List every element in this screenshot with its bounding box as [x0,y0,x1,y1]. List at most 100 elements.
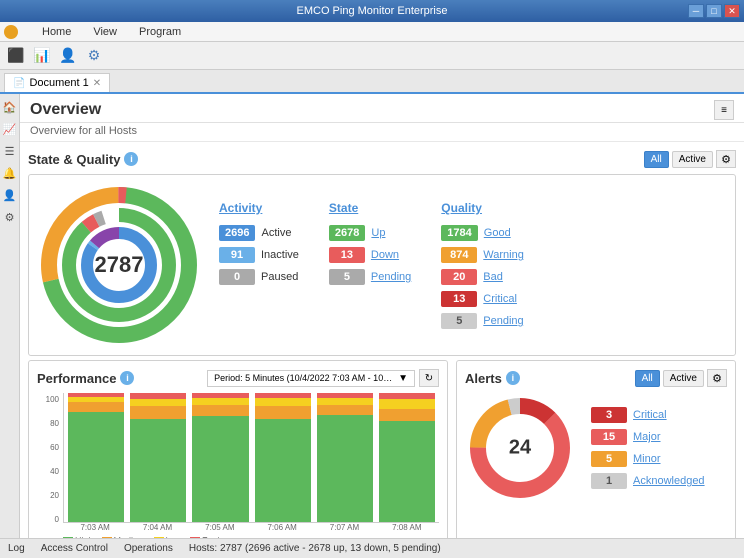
activity-active-badge: 2696 [219,225,255,241]
bar-group-1 [68,393,124,522]
alerts-content: 24 3 Critical 15 Major [465,393,727,503]
sq-section-header: State & Quality i All Active ⚙ [28,150,736,168]
quality-good-link[interactable]: Good [484,227,511,239]
overview-menu-btn[interactable]: ≡ [714,100,734,120]
tab-document1[interactable]: 📄 Document 1 ✕ [4,73,110,92]
x-label-3: 7:05 AM [192,523,248,532]
app-title: EMCO Ping Monitor Enterprise [297,5,448,17]
quality-critical-badge: 13 [441,291,477,307]
sidebar-chart-icon[interactable]: 📈 [1,120,19,138]
alerts-all-btn[interactable]: All [635,370,660,387]
alert-major-link[interactable]: Major [633,431,661,443]
sq-settings-btn[interactable]: ⚙ [716,150,736,168]
quality-title[interactable]: Quality [441,201,524,215]
alert-major-badge: 15 [591,429,627,445]
close-button[interactable]: ✕ [724,4,740,18]
alerts-settings-btn[interactable]: ⚙ [707,369,727,387]
bar-medium-3 [192,405,248,417]
alert-critical-badge: 3 [591,407,627,423]
legend-high: High [63,536,94,538]
alert-major-row: 15 Major [591,429,705,445]
bar-chart [63,393,439,523]
alerts-header: Alerts i All Active ⚙ [465,369,727,387]
performance-refresh-btn[interactable]: ↻ [419,369,439,387]
period-selector[interactable]: Period: 5 Minutes (10/4/2022 7:03 AM - 1… [207,370,415,387]
quality-pending-row: 5 Pending [441,313,524,329]
alert-minor-link[interactable]: Minor [633,453,661,465]
x-label-1: 7:03 AM [67,523,123,532]
state-pending-badge: 5 [329,269,365,285]
toolbar-icon-1[interactable]: ⬛ [4,44,28,68]
quality-bad-badge: 20 [441,269,477,285]
app-layout: 🏠 📈 ☰ 🔔 👤 ⚙ Overview ≡ Overview for all … [0,94,744,538]
bar-medium-4 [255,406,311,419]
toolbar-icon-4[interactable]: ⚙ [82,44,106,68]
alert-minor-badge: 5 [591,451,627,467]
status-operations-label: Operations [124,543,173,554]
bar-group-4 [255,393,311,522]
alert-acknowledged-row: 1 Acknowledged [591,473,705,489]
quality-pending-link[interactable]: Pending [483,315,523,327]
sq-info-icon[interactable]: i [124,152,138,166]
tab-label: Document 1 [29,77,88,89]
state-pending-link[interactable]: Pending [371,271,411,283]
alert-critical-row: 3 Critical [591,407,705,423]
alerts-active-btn[interactable]: Active [663,370,704,387]
maximize-button[interactable]: □ [706,4,722,18]
state-quality-section: State & Quality i All Active ⚙ [20,142,744,360]
sq-all-btn[interactable]: All [644,151,669,168]
alerts-info-icon[interactable]: i [506,371,520,385]
minimize-button[interactable]: ─ [688,4,704,18]
alerts-panel: Alerts i All Active ⚙ [456,360,736,538]
menu-program[interactable]: Program [133,24,187,40]
alerts-donut-chart: 24 [465,393,575,503]
x-label-4: 7:06 AM [254,523,310,532]
alert-ack-link[interactable]: Acknowledged [633,475,705,487]
legend-low: Low [154,536,183,538]
bar-group-3 [192,393,248,522]
activity-active-row: 2696 Active [219,225,299,241]
sidebar: 🏠 📈 ☰ 🔔 👤 ⚙ [0,94,20,538]
sidebar-alert-icon[interactable]: 🔔 [1,164,19,182]
status-access-tab[interactable]: Access Control [41,543,108,554]
bottom-panels: Performance i Period: 5 Minutes (10/4/20… [20,360,744,538]
x-label-6: 7:08 AM [379,523,435,532]
activity-paused-label: Paused [261,271,298,283]
state-down-link[interactable]: Down [371,249,399,261]
quality-warning-row: 874 Warning [441,247,524,263]
main-content: Overview ≡ Overview for all Hosts State … [20,94,744,538]
status-operations-tab[interactable]: Operations [124,543,173,554]
y-label-0: 0 [39,515,59,524]
sq-active-btn[interactable]: Active [672,151,713,168]
toolbar-icon-3[interactable]: 👤 [56,44,80,68]
sidebar-user-icon[interactable]: 👤 [1,186,19,204]
state-pending-row: 5 Pending [329,269,411,285]
legend-low-color [154,537,164,538]
y-label-40: 40 [39,467,59,476]
state-title[interactable]: State [329,201,411,215]
bar-medium-2 [130,406,186,419]
app-icon[interactable] [4,25,18,39]
sidebar-settings-icon[interactable]: ⚙ [1,208,19,226]
menu-view[interactable]: View [87,24,123,40]
alert-critical-link[interactable]: Critical [633,409,667,421]
title-bar: EMCO Ping Monitor Enterprise ─ □ ✕ [0,0,744,22]
quality-warning-link[interactable]: Warning [483,249,524,261]
quality-bad-link[interactable]: Bad [483,271,503,283]
status-bar: Log Access Control Operations Hosts: 278… [0,538,744,558]
donut-center-value: 2787 [95,252,144,278]
sq-title: State & Quality [28,152,120,167]
sidebar-overview-icon[interactable]: 🏠 [1,98,19,116]
activity-title: Activity [219,201,299,215]
bar-group-5 [317,393,373,522]
bar-low-6 [379,399,435,408]
performance-info-icon[interactable]: i [120,371,134,385]
tab-close-btn[interactable]: ✕ [93,78,101,89]
toolbar-icon-2[interactable]: 📊 [30,44,54,68]
status-log-tab[interactable]: Log [8,543,25,554]
sidebar-list-icon[interactable]: ☰ [1,142,19,160]
legend-faulty: Faulty [190,536,227,538]
state-up-link[interactable]: Up [371,227,385,239]
menu-home[interactable]: Home [36,24,77,40]
quality-critical-link[interactable]: Critical [483,293,517,305]
